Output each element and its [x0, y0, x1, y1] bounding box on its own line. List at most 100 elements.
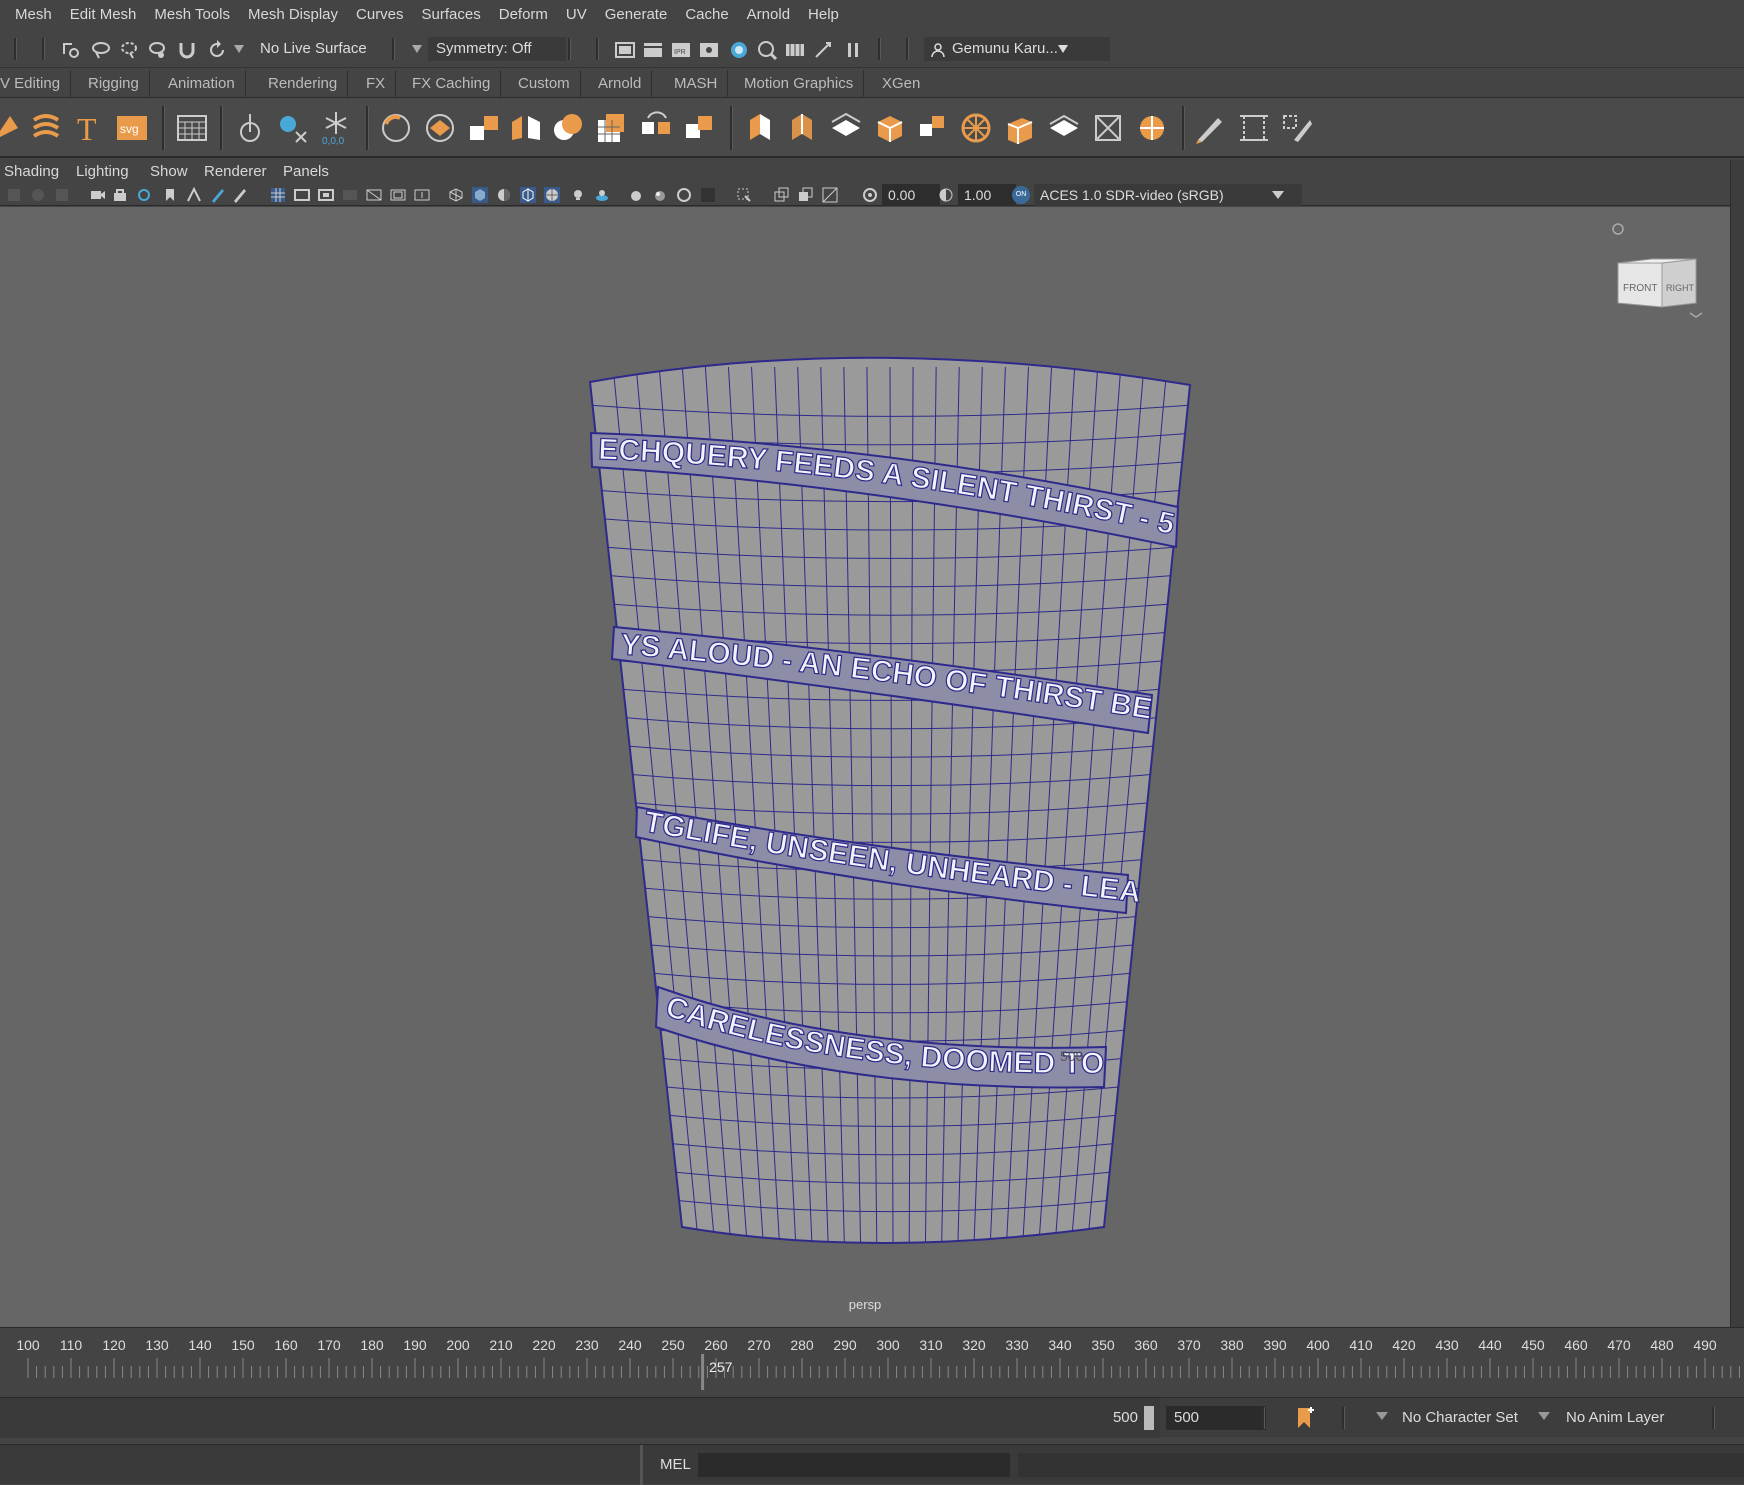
camera-icon[interactable] [90, 187, 106, 203]
select-by-hierarchy-icon[interactable] [60, 39, 82, 61]
select-camera-icon[interactable] [6, 187, 22, 203]
append-polygon-icon[interactable] [828, 110, 864, 146]
ipr-render-icon[interactable]: IPR [670, 39, 692, 61]
paint-select-icon[interactable] [118, 39, 140, 61]
menu-mesh-tools[interactable]: Mesh Tools [145, 0, 239, 30]
character-set-dropdown[interactable]: No Character Set [1402, 1406, 1518, 1430]
live-surface-label[interactable]: No Live Surface [252, 37, 375, 61]
smooth-icon[interactable] [594, 110, 630, 146]
camera-attributes-icon[interactable] [30, 187, 46, 203]
anti-aliasing-icon[interactable] [676, 187, 692, 203]
connect-icon[interactable] [1134, 110, 1170, 146]
grid-layout-icon[interactable] [174, 110, 210, 146]
tab-mash[interactable]: MASH [664, 70, 729, 98]
gamma-icon[interactable] [938, 187, 954, 203]
attributes-icon[interactable] [232, 187, 248, 203]
combine-icon[interactable] [466, 110, 502, 146]
tab-fx[interactable]: FX [356, 70, 397, 98]
field-chart-icon[interactable] [366, 187, 382, 203]
bookmark-key-icon[interactable] [1296, 1406, 1316, 1430]
grease-pencil-icon[interactable] [210, 187, 226, 203]
chevron-down-icon[interactable] [1272, 191, 1284, 199]
mirror-icon[interactable] [638, 110, 674, 146]
tab-rigging[interactable]: Rigging [78, 70, 150, 98]
menu-surfaces[interactable]: Surfaces [413, 0, 490, 30]
default-material-icon[interactable] [496, 187, 512, 203]
render-frame-icon[interactable] [642, 39, 664, 61]
menu-mesh[interactable]: Mesh [6, 0, 61, 30]
menu-lighting[interactable]: Lighting [76, 160, 129, 184]
bookmark-icon[interactable] [54, 187, 70, 203]
menu-arnold[interactable]: Arnold [738, 0, 799, 30]
render-settings-icon[interactable] [698, 39, 720, 61]
pencil-edit-icon[interactable] [1192, 110, 1228, 146]
snap-rotate-icon[interactable] [206, 39, 228, 61]
pivot-tool-icon[interactable] [232, 110, 268, 146]
edge-slide-icon[interactable] [1236, 110, 1272, 146]
bevel-icon[interactable] [422, 110, 458, 146]
magnet-snap-icon[interactable] [176, 39, 198, 61]
playback-end-field[interactable]: 500 [1166, 1406, 1266, 1430]
grid-toggle-icon[interactable] [270, 187, 286, 203]
film-gate-icon[interactable] [294, 187, 310, 203]
viewcube[interactable]: FRONT RIGHT [1608, 219, 1704, 319]
wireframe-on-shaded-icon[interactable] [520, 187, 536, 203]
mel-label[interactable]: MEL [660, 1453, 691, 1477]
freeze-transform-icon[interactable]: 0,0,0 [318, 110, 354, 146]
boolean-icon[interactable] [550, 110, 586, 146]
chevron-down-icon[interactable] [1538, 1412, 1550, 1420]
gate-mask-icon[interactable] [342, 187, 358, 203]
viewport-persp[interactable]: ECHQUERY FEEDS A SILENT THIRST - 500 YS … [0, 207, 1730, 1327]
depth-of-field-icon[interactable] [700, 187, 716, 203]
extrude-icon[interactable] [742, 110, 778, 146]
exposure-icon[interactable] [862, 187, 878, 203]
2d-pan-icon[interactable] [186, 187, 202, 203]
wireframe-icon[interactable] [448, 187, 464, 203]
menu-deform[interactable]: Deform [490, 0, 557, 30]
range-slider[interactable] [0, 1398, 1160, 1438]
menu-shading[interactable]: Shading [4, 160, 59, 184]
soft-select-icon[interactable] [146, 39, 168, 61]
tab-custom[interactable]: Custom [508, 70, 581, 98]
light-editor-icon[interactable] [756, 39, 778, 61]
chevron-down-icon[interactable] [1376, 1412, 1388, 1420]
fill-hole-icon[interactable] [872, 110, 908, 146]
chevron-down-icon[interactable] [234, 45, 244, 53]
sweep-mesh-icon[interactable] [28, 110, 64, 146]
exposure-field[interactable]: 0.00 [882, 184, 940, 206]
menu-edit-mesh[interactable]: Edit Mesh [61, 0, 146, 30]
cup-mesh[interactable]: ECHQUERY FEEDS A SILENT THIRST - 500 YS … [0, 207, 1730, 1327]
range-end-handle[interactable] [1144, 1406, 1154, 1430]
isolate-select-icon[interactable] [736, 187, 752, 203]
menu-show[interactable]: Show [150, 160, 188, 184]
shadows-icon[interactable] [594, 187, 610, 203]
color-management-toggle[interactable]: ON [1012, 186, 1030, 204]
gamma-field[interactable]: 1.00 [958, 184, 1016, 206]
command-input[interactable] [698, 1453, 1010, 1477]
hypershade-icon[interactable] [728, 39, 750, 61]
separate-icon[interactable] [508, 110, 544, 146]
clear-icon[interactable] [812, 39, 834, 61]
curve-tool-icon[interactable] [0, 110, 24, 146]
sculpt-icon[interactable] [1280, 110, 1316, 146]
time-ruler[interactable]: 100 110 120 130 140 150 160 170 180 190 200 210 220 2… [0, 1328, 1744, 1396]
safe-title-icon[interactable] [414, 187, 430, 203]
delete-history-icon[interactable] [274, 110, 310, 146]
textured-icon[interactable] [544, 187, 560, 203]
sphere-select-icon[interactable] [378, 110, 414, 146]
offset-edge-loop-icon[interactable] [1002, 110, 1038, 146]
xray-icon[interactable] [774, 187, 790, 203]
menu-help[interactable]: Help [799, 0, 848, 30]
merge-icon[interactable] [1046, 110, 1082, 146]
render-view-icon[interactable] [614, 39, 636, 61]
menu-generate[interactable]: Generate [596, 0, 677, 30]
menu-uv[interactable]: UV [557, 0, 596, 30]
symmetry-dropdown[interactable]: Symmetry: Off [428, 37, 566, 61]
tab-fx-caching[interactable]: FX Caching [402, 70, 502, 98]
menu-panels[interactable]: Panels [283, 160, 329, 184]
panel-scrollbar[interactable] [1730, 160, 1744, 1327]
chevron-down-icon[interactable] [1689, 312, 1703, 318]
svg-tool-icon[interactable]: svg [114, 110, 150, 146]
current-frame-marker[interactable] [701, 1354, 705, 1390]
tab-motion-graphics[interactable]: Motion Graphics [734, 70, 865, 98]
